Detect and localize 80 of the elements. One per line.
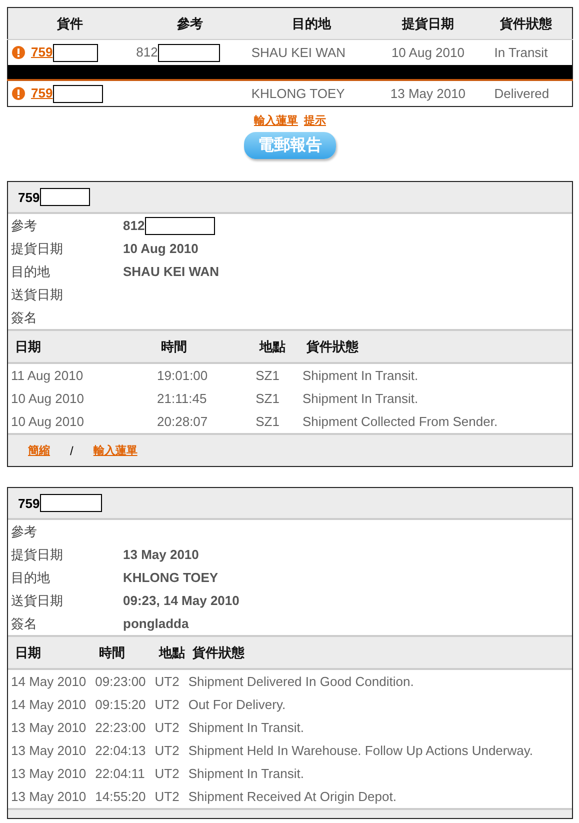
shipment-link[interactable]: 759 bbox=[31, 84, 53, 100]
table-cell-text: Out For Delivery. bbox=[187, 696, 287, 714]
field-label: 參考 bbox=[11, 522, 38, 540]
table-cell-text: UT2 bbox=[154, 765, 180, 783]
field-value: 10 Aug 2010 bbox=[123, 241, 198, 256]
text-link[interactable]: 簡縮 bbox=[28, 443, 50, 458]
field-value: SHAU KEI WAN bbox=[123, 264, 220, 279]
field-value: KHLONG TOEY bbox=[123, 570, 218, 585]
table-cell-text: 14 May 2010 bbox=[10, 696, 88, 714]
field-label: 簽名 bbox=[11, 308, 38, 326]
column-header: 貨件狀態 bbox=[480, 8, 572, 40]
field-label: 提貨日期 bbox=[11, 546, 64, 564]
table-cell-text: 13 May 2010 bbox=[10, 765, 88, 783]
email-report-button[interactable]: 電郵報告 bbox=[244, 132, 336, 159]
table-cell-text: Shipment In Transit. bbox=[301, 390, 420, 408]
table-cell-text: SZ1 bbox=[254, 413, 280, 431]
column-header: 日期 bbox=[8, 636, 92, 669]
field-label: 提貨日期 bbox=[11, 240, 64, 258]
field-value: 09:23, 14 May 2010 bbox=[123, 593, 240, 608]
table-cell: 09:23:00 bbox=[92, 669, 152, 693]
table-cell: KHLONG TOEY bbox=[247, 80, 376, 106]
table-cell-text: 13 May 2010 bbox=[10, 719, 88, 737]
column-header: 貨件 bbox=[8, 8, 132, 40]
table-cell: 19:01:00 bbox=[154, 363, 253, 387]
field-value: pongladda bbox=[123, 616, 189, 631]
field-label: 目的地 bbox=[11, 262, 51, 280]
column-header: 地點 bbox=[252, 330, 300, 363]
table-cell-text: Shipment In Transit. bbox=[187, 719, 305, 737]
table-cell: 812 bbox=[136, 44, 158, 59]
field-label: 送貨日期 bbox=[11, 592, 64, 610]
text-link[interactable]: 輸入蓮單 bbox=[93, 443, 138, 458]
table-cell-text: 14:55:20 bbox=[94, 788, 147, 806]
table-cell-text: 09:15:20 bbox=[94, 696, 147, 714]
table-cell: Delivered bbox=[480, 80, 572, 106]
text-link[interactable]: 提示 bbox=[304, 113, 326, 128]
field-value: 812 bbox=[123, 218, 145, 233]
table-cell-text: UT2 bbox=[154, 742, 180, 760]
table-cell-text: Shipment Held In Warehouse. Follow Up Actions Underway. bbox=[187, 742, 534, 760]
table-cell-text: 13 May 2010 bbox=[10, 742, 88, 760]
table-cell-text: UT2 bbox=[154, 719, 180, 737]
column-header: 日期 bbox=[8, 330, 154, 363]
table-cell: Shipment Delivered In Good Condition. bbox=[185, 669, 572, 693]
table-cell-text: SZ1 bbox=[254, 390, 280, 408]
table-cell-text: 22:04:11 bbox=[94, 765, 146, 783]
table-cell: SZ1 bbox=[252, 363, 300, 387]
column-header: 參考 bbox=[132, 8, 248, 40]
column-header: 地點 bbox=[152, 636, 186, 669]
table-cell-text: Shipment In Transit. bbox=[187, 765, 305, 783]
shipment-link[interactable]: 759 bbox=[31, 44, 53, 59]
text-link[interactable]: 輸入蓮單 bbox=[254, 113, 298, 128]
table-cell-text: 10 Aug 2010 bbox=[10, 390, 86, 408]
field-label: 目的地 bbox=[11, 568, 51, 586]
column-header: 目的地 bbox=[247, 8, 376, 40]
table-cell-text: 22:04:13 bbox=[94, 742, 147, 760]
column-header: 貨件狀態 bbox=[299, 330, 572, 363]
field-label: 參考 bbox=[11, 216, 38, 234]
separator-slash: / bbox=[70, 444, 74, 458]
table-cell: UT2 bbox=[152, 669, 186, 693]
table-cell: 11 Aug 2010 bbox=[8, 363, 154, 387]
table-cell: 13 May 2010 bbox=[376, 80, 480, 106]
table-cell-text: 20:28:07 bbox=[156, 413, 209, 431]
field-value: 13 May 2010 bbox=[123, 547, 199, 562]
table-cell-text: 13 May 2010 bbox=[10, 788, 88, 806]
table-cell-text: Shipment Received At Origin Depot. bbox=[187, 788, 398, 806]
column-header: 時間 bbox=[154, 330, 253, 363]
table-cell-text: 22:23:00 bbox=[94, 719, 147, 737]
column-header: 時間 bbox=[92, 636, 152, 669]
table-cell: Shipment In Transit. bbox=[299, 363, 572, 387]
field-label: 簽名 bbox=[11, 614, 38, 632]
table-cell-text: UT2 bbox=[154, 788, 180, 806]
shipment-number: 759 bbox=[18, 190, 40, 204]
table-cell-text: UT2 bbox=[154, 696, 180, 714]
table-cell-text: 21:11:45 bbox=[156, 390, 208, 408]
table-cell-text: Shipment Collected From Sender. bbox=[301, 413, 499, 431]
column-header: 提貨日期 bbox=[376, 8, 480, 40]
field-label: 送貨日期 bbox=[11, 286, 64, 304]
table-cell-text: 10 Aug 2010 bbox=[10, 413, 86, 431]
shipment-number: 759 bbox=[18, 496, 40, 510]
table-cell: 14 May 2010 bbox=[8, 669, 92, 693]
column-header: 貨件狀態 bbox=[185, 636, 572, 669]
